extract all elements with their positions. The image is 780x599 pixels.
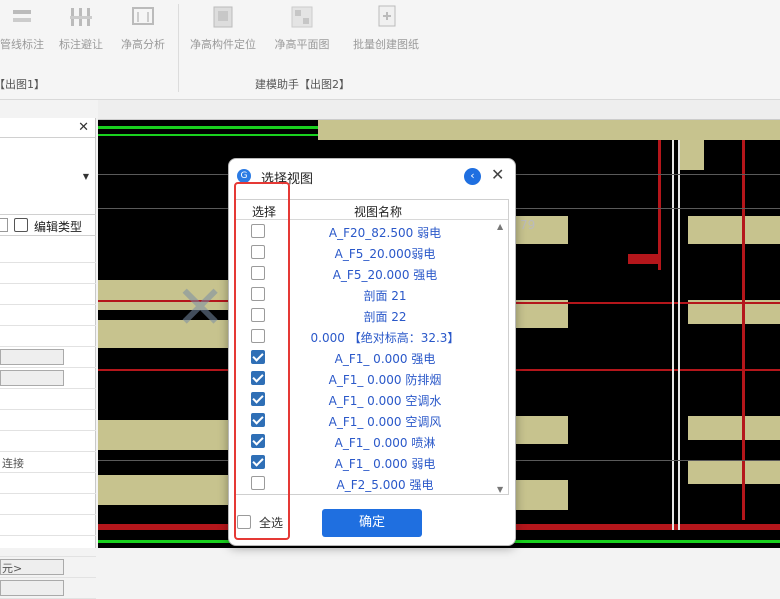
view-name: 剖面 22 [363,310,407,324]
wall [98,320,228,348]
wall [508,480,568,510]
properties-panel: ✕ ▼ 编辑类型 连接 元> [0,118,96,599]
clearance-analysis-button[interactable]: 净高分析 [118,4,168,52]
view-name: A_F1_ 0.000 喷淋 [334,436,436,450]
list-item[interactable] [0,284,96,305]
list-item[interactable] [0,578,96,599]
button-label: 净高平面图 [274,38,330,51]
app-logo-icon: G [237,169,251,183]
clearance-analysis-icon [132,7,154,25]
button-label: 批量创建图纸 [353,38,419,51]
column-header-name: 视图名称 [354,205,403,219]
button-label: 标注避让 [59,38,103,51]
view-name: A_F20_82.500 弱电 [328,226,442,240]
list-item[interactable] [0,242,96,263]
button-label: 管线标注 [0,38,44,51]
wall [98,420,228,450]
batch-sheets-icon [378,5,396,27]
list-item[interactable] [0,494,96,515]
view-name: A_F5_20.000弱电 [334,247,436,261]
list-item[interactable] [0,515,96,536]
edit-type-button[interactable]: 编辑类型 [0,214,96,236]
ribbon-group-label-2: 建模助手【出图2】 [255,78,350,91]
pipe-label-button[interactable]: 管线标注 [0,4,44,52]
list-item[interactable] [0,368,96,389]
panel-header: ✕ [0,118,95,138]
list-item[interactable] [0,536,96,557]
batch-sheets-button[interactable]: 批量创建图纸 [348,4,424,52]
button-label: 净高分析 [121,38,165,51]
wall [508,216,568,244]
wall [98,475,228,505]
view-name: A_F1_ 0.000 强电 [334,352,436,366]
chevron-up-icon[interactable]: ▲ [497,222,503,231]
clearance-plan-icon [291,6,313,28]
wall [688,416,780,440]
pipe [98,369,228,371]
chevron-down-icon[interactable]: ▼ [497,485,503,494]
ribbon-group-label-1: 【出图1】 [0,78,45,91]
highlight-box [234,182,290,540]
white-line [672,140,674,530]
pipe [98,300,228,302]
pipe [508,369,780,371]
properties-list: 连接 元> [0,242,96,599]
edit-type-label: 编辑类型 [34,220,83,234]
list-item[interactable] [0,431,96,452]
list-item[interactable]: 元> [0,557,96,578]
back-icon[interactable]: ‹ [464,168,481,185]
list-item[interactable] [0,347,96,368]
pipe [658,140,661,270]
chevron-down-icon[interactable]: ▼ [83,172,89,181]
list-item[interactable] [0,473,96,494]
wall [98,280,228,310]
list-item[interactable]: 连接 [0,452,96,473]
ribbon-separator [178,4,179,92]
column [680,140,704,170]
wall [688,460,780,484]
pipe [508,302,780,304]
view-tab-strip [98,100,780,120]
view-name: A_F1_ 0.000 弱电 [334,457,436,471]
view-name: A_F1_ 0.000 空调风 [328,415,442,429]
dimension-text: 79 [520,218,536,232]
list-item[interactable] [0,305,96,326]
list-item[interactable] [0,263,96,284]
pipe-fitting [628,254,658,264]
pipe-label-icon [13,10,31,22]
pipe [742,140,745,520]
list-item[interactable] [0,326,96,347]
close-icon[interactable]: ✕ [78,120,89,135]
component-locate-button[interactable]: 净高构件定位 [185,4,261,52]
list-item[interactable] [0,410,96,431]
wall [318,120,780,140]
component-locate-icon [213,6,233,28]
list-item[interactable] [0,389,96,410]
label-avoid-button[interactable]: 标注避让 [56,4,106,52]
wall [508,416,568,444]
view-name: A_F5_20.000 强电 [332,268,438,282]
scrollbar[interactable]: ▲ ▼ [494,220,508,494]
view-name: 0.000 【绝对标高：32.3】 [310,331,460,345]
wall [688,216,780,244]
view-name: A_F2_5.000 强电 [336,478,434,492]
button-label: 净高构件定位 [190,38,256,51]
ok-button[interactable]: 确定 [322,509,422,537]
clearance-plan-button[interactable]: 净高平面图 [270,4,334,52]
type-selector-edge [0,218,8,232]
label-avoid-icon [70,8,92,26]
view-name: A_F1_ 0.000 防排烟 [328,373,442,387]
wall [508,300,568,328]
view-name: A_F1_ 0.000 空调水 [328,394,442,408]
view-name: 剖面 21 [363,289,407,303]
ribbon: 管线标注 标注避让 净高分析 净高构件定位 净高平面图 批量创建图纸 【出图1】… [0,0,780,100]
edit-type-icon [14,218,28,232]
close-icon[interactable]: ✕ [491,165,504,184]
white-line [678,140,680,530]
